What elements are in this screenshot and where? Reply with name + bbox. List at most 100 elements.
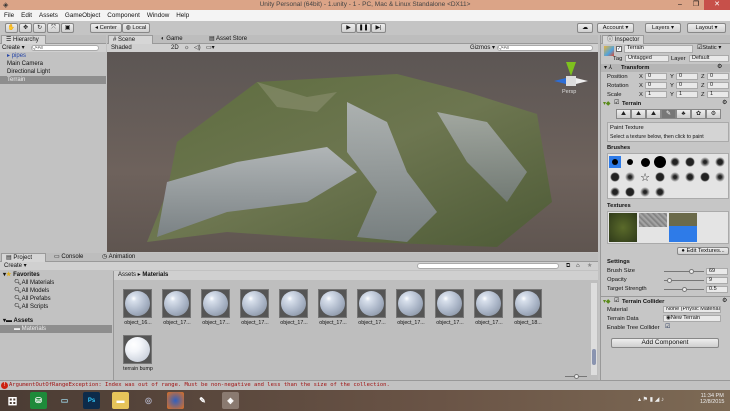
play-button[interactable]: ▶ (341, 23, 356, 33)
target-strength-field[interactable]: 0.5 (706, 286, 728, 293)
favorite-star-icon[interactable]: ★ (587, 262, 592, 270)
clock[interactable]: 11:34 PM 12/8/2015 (700, 393, 724, 405)
tab-project[interactable]: ▤ Project (1, 253, 46, 262)
menu-assets[interactable]: Assets (39, 10, 58, 21)
brush-17[interactable] (609, 186, 621, 198)
brush-10[interactable] (624, 171, 636, 183)
hierarchy-search-input[interactable] (31, 45, 99, 51)
lighting-icon[interactable]: ☼ (184, 44, 190, 52)
transform-position-x-field[interactable]: 0 (645, 73, 667, 80)
tab-scene[interactable]: # Scene (108, 35, 153, 44)
menu-window[interactable]: Window (147, 10, 169, 21)
transform-rotation-z-field[interactable]: 0 (707, 82, 729, 89)
brush-size-slider[interactable] (664, 269, 704, 274)
collider-enabled-checkbox[interactable]: ☑ (614, 298, 619, 304)
tree-all-prefabs[interactable]: 🔍︎All Prefabs (0, 295, 112, 303)
material-asset[interactable]: object_17... (279, 289, 309, 326)
system-tray-icons[interactable]: ▴ ⚑ ▮ ◢ ♪ (638, 396, 664, 403)
material-asset[interactable]: object_17... (162, 289, 192, 326)
opacity-slider[interactable] (664, 278, 704, 283)
brush-20[interactable] (654, 186, 666, 198)
brush-3[interactable] (639, 156, 651, 168)
brush-9[interactable] (609, 171, 621, 183)
material-asset[interactable]: object_17... (357, 289, 387, 326)
scene-viewport[interactable]: Persp (107, 52, 598, 252)
windows-start-icon[interactable]: ⊞ (4, 392, 21, 409)
edit-textures-button[interactable]: ● Edit Textures... (677, 247, 729, 255)
minimize-button[interactable]: – (672, 0, 688, 10)
menu-file[interactable]: File (4, 10, 14, 21)
hierarchy-item-directional-light[interactable]: Directional Light (0, 68, 106, 76)
terrain-data-field[interactable]: ◉New Terrain (663, 315, 721, 322)
menu-edit[interactable]: Edit (21, 10, 32, 21)
move-tool-icon[interactable]: ✥ (19, 23, 32, 33)
photoshop-icon[interactable]: Ps (83, 392, 100, 409)
brush-size-knob[interactable] (688, 269, 694, 274)
2d-toggle[interactable]: 2D (171, 44, 179, 52)
add-component-button[interactable]: Add Component (611, 338, 719, 348)
object-name-field[interactable]: Terrain (624, 45, 693, 53)
hierarchy-create-button[interactable]: Create ▾ (2, 44, 25, 52)
brush-18[interactable] (624, 186, 636, 198)
brush-1[interactable] (609, 156, 621, 168)
brush-2[interactable] (624, 156, 636, 168)
material-asset[interactable]: object_17... (201, 289, 231, 326)
store-icon[interactable]: ⛁ (30, 392, 47, 409)
place-trees-tool-icon[interactable]: ♣ (676, 109, 691, 119)
terrain-header[interactable]: ▾◆ ☑ Terrain ⚙ (601, 100, 730, 108)
tree-assets[interactable]: ▾▬ Assets (0, 317, 112, 325)
transform-position-y-field[interactable]: 0 (676, 73, 698, 80)
file-explorer-icon[interactable]: ▬ (112, 392, 129, 409)
firefox-icon[interactable] (167, 392, 184, 409)
inkscape-icon[interactable]: ✎ (194, 392, 211, 409)
x-axis-cone[interactable] (554, 78, 566, 84)
pivot-local-button[interactable]: ◍ Local (122, 23, 150, 33)
y-axis-cone[interactable] (566, 62, 576, 76)
hierarchy-item-terrain[interactable]: Terrain (0, 76, 106, 84)
scrollbar-thumb[interactable] (592, 349, 596, 365)
opacity-knob[interactable] (667, 278, 673, 283)
static-checkbox[interactable]: ☑Static ▾ (697, 45, 721, 51)
chrome-icon[interactable]: ◎ (140, 392, 157, 409)
pivot-center-button[interactable]: ◂ Center (90, 23, 122, 33)
scene-search-input[interactable] (497, 45, 593, 51)
material-asset[interactable]: object_17... (318, 289, 348, 326)
brush-12[interactable] (654, 171, 666, 183)
asset-scrollbar[interactable] (591, 283, 597, 375)
material-asset[interactable]: object_16... (123, 289, 153, 326)
step-button[interactable]: ▶| (371, 23, 386, 33)
neg-x-cone[interactable] (576, 78, 588, 84)
pause-button[interactable]: ❚❚ (356, 23, 371, 33)
layers-dropdown[interactable]: Layers ▾ (645, 23, 681, 33)
breadcrumb-assets[interactable]: Assets (118, 272, 136, 278)
paint-texture-tool-icon[interactable]: ✎ (661, 109, 676, 119)
paint-height-tool-icon[interactable]: ⛰ (631, 109, 646, 119)
transform-rotation-x-field[interactable]: 0 (645, 82, 667, 89)
material-asset[interactable]: terrain bump (123, 335, 153, 372)
material-asset[interactable]: object_17... (435, 289, 465, 326)
layout-dropdown[interactable]: Layout ▾ (687, 23, 726, 33)
transform-rotation-y-field[interactable]: 0 (676, 82, 698, 89)
brush-15[interactable] (699, 171, 711, 183)
transform-scale-y-field[interactable]: 1 (676, 91, 698, 98)
account-dropdown[interactable]: Account ▾ (597, 23, 634, 33)
smooth-height-tool-icon[interactable]: ⛰ (646, 109, 661, 119)
console-status-bar[interactable]: ! ArgumentOutOfRangeException: Index was … (0, 380, 730, 390)
target-strength-knob[interactable] (682, 287, 687, 292)
brush-5[interactable] (669, 156, 681, 168)
transform-position-z-field[interactable]: 0 (707, 73, 729, 80)
transform-scale-z-field[interactable]: 1 (707, 91, 729, 98)
layer-dropdown[interactable]: Default (689, 55, 729, 62)
terrain-enabled-checkbox[interactable]: ☑ (614, 100, 619, 106)
tree-materials-folder[interactable]: ▬ Materials (0, 325, 112, 333)
material-asset[interactable]: object_17... (396, 289, 426, 326)
tab-game[interactable]: ◐ Game (157, 35, 187, 44)
brush-size-field[interactable]: 69 (706, 268, 728, 275)
tab-console[interactable]: ▭ Console (50, 253, 87, 262)
unity-taskbar-icon[interactable]: ◈ (222, 392, 239, 409)
settings-gear-icon[interactable]: ⚙ (717, 64, 722, 70)
cloud-icon[interactable]: ☁ (577, 23, 593, 33)
filter-label-icon[interactable]: ⌂ (576, 262, 580, 270)
shading-dropdown[interactable]: Shaded (111, 44, 166, 52)
gizmo-cube[interactable] (566, 76, 576, 86)
